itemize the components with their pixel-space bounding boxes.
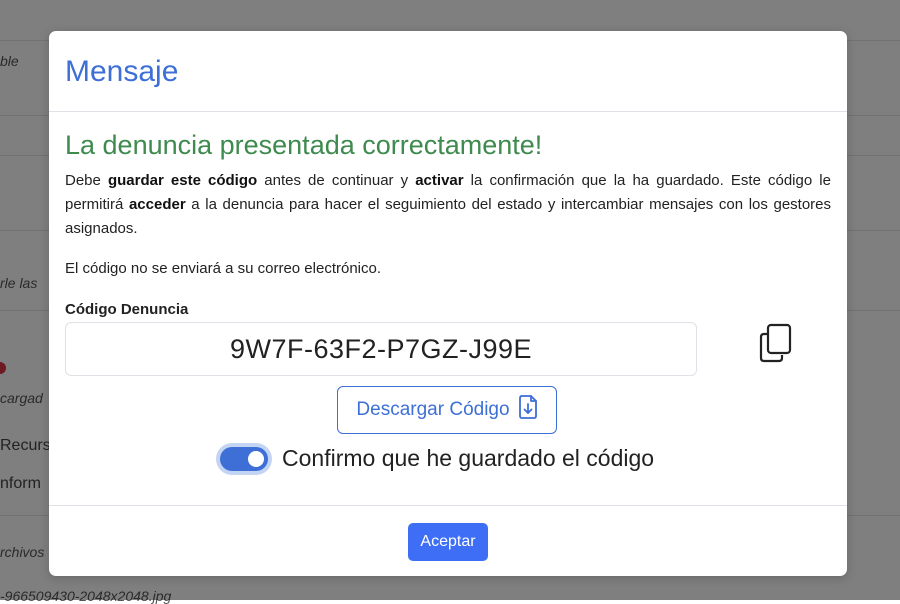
- confirm-label[interactable]: Confirmo que he guardado el código: [282, 445, 654, 472]
- confirmation-modal: Mensaje La denuncia presentada correctam…: [49, 31, 847, 576]
- instructions-paragraph: Debe guardar este código antes de contin…: [65, 169, 831, 241]
- confirm-switch[interactable]: [220, 446, 268, 471]
- download-label: Descargar Código: [356, 399, 510, 420]
- code-display[interactable]: 9W7F-63F2-P7GZ-J99E: [65, 322, 697, 376]
- modal-footer: Aceptar: [49, 505, 847, 576]
- paragraph-bold: acceder: [128, 196, 186, 213]
- copy-icon[interactable]: [759, 323, 795, 363]
- file-download-icon: [518, 395, 538, 425]
- paragraph-bold: guardar este código: [107, 172, 258, 189]
- confirm-toggle-row: Confirmo que he guardado el código: [220, 445, 654, 472]
- paragraph-text: Debe: [65, 172, 108, 189]
- modal-title: Mensaje: [65, 55, 179, 88]
- paragraph-text: antes de continuar y: [257, 172, 416, 189]
- modal-body: La denuncia presentada correctamente! De…: [65, 127, 831, 471]
- download-code-button[interactable]: Descargar Código: [337, 386, 557, 434]
- accept-button[interactable]: Aceptar: [408, 523, 488, 561]
- modal-header: Mensaje: [49, 31, 847, 112]
- success-title: La denuncia presentada correctamente!: [65, 130, 543, 160]
- paragraph-bold: activar: [415, 172, 464, 189]
- code-label: Código Denuncia: [65, 301, 189, 318]
- switch-knob: [248, 450, 264, 467]
- email-notice: El código no se enviará a su correo elec…: [65, 260, 382, 277]
